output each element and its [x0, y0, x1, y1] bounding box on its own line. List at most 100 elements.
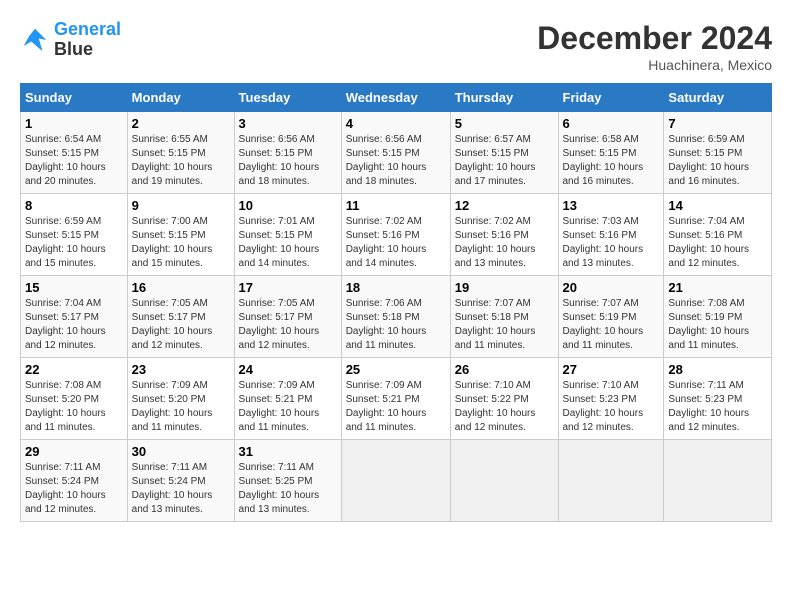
day-info: Sunrise: 7:07 AM Sunset: 5:18 PM Dayligh… [455, 297, 554, 353]
col-saturday: Saturday [664, 84, 772, 112]
day-number: 14 [668, 198, 767, 213]
day-number: 17 [239, 280, 337, 295]
day-info: Sunrise: 6:59 AM Sunset: 5:15 PM Dayligh… [668, 133, 767, 189]
day-number: 8 [25, 198, 123, 213]
day-info: Sunrise: 6:56 AM Sunset: 5:15 PM Dayligh… [346, 133, 446, 189]
day-number: 18 [346, 280, 446, 295]
day-number: 24 [239, 362, 337, 377]
day-number: 15 [25, 280, 123, 295]
col-friday: Friday [558, 84, 664, 112]
day-info: Sunrise: 7:11 AM Sunset: 5:24 PM Dayligh… [132, 461, 230, 517]
calendar-row: 15 Sunrise: 7:04 AM Sunset: 5:17 PM Dayl… [21, 276, 772, 358]
day-number: 19 [455, 280, 554, 295]
day-number: 7 [668, 116, 767, 131]
day-number: 1 [25, 116, 123, 131]
day-number: 5 [455, 116, 554, 131]
table-row: 8 Sunrise: 6:59 AM Sunset: 5:15 PM Dayli… [21, 194, 128, 276]
title-block: December 2024 Huachinera, Mexico [537, 20, 772, 73]
calendar-row: 29 Sunrise: 7:11 AM Sunset: 5:24 PM Dayl… [21, 440, 772, 522]
header-row: Sunday Monday Tuesday Wednesday Thursday… [21, 84, 772, 112]
table-row: 9 Sunrise: 7:00 AM Sunset: 5:15 PM Dayli… [127, 194, 234, 276]
table-row: 6 Sunrise: 6:58 AM Sunset: 5:15 PM Dayli… [558, 112, 664, 194]
col-monday: Monday [127, 84, 234, 112]
day-info: Sunrise: 7:09 AM Sunset: 5:21 PM Dayligh… [346, 379, 446, 435]
logo: General Blue [20, 20, 121, 60]
day-number: 3 [239, 116, 337, 131]
table-row: 17 Sunrise: 7:05 AM Sunset: 5:17 PM Dayl… [234, 276, 341, 358]
day-info: Sunrise: 7:09 AM Sunset: 5:21 PM Dayligh… [239, 379, 337, 435]
day-info: Sunrise: 7:11 AM Sunset: 5:25 PM Dayligh… [239, 461, 337, 517]
day-info: Sunrise: 7:11 AM Sunset: 5:23 PM Dayligh… [668, 379, 767, 435]
table-row [450, 440, 558, 522]
table-row: 15 Sunrise: 7:04 AM Sunset: 5:17 PM Dayl… [21, 276, 128, 358]
day-number: 11 [346, 198, 446, 213]
day-info: Sunrise: 7:04 AM Sunset: 5:16 PM Dayligh… [668, 215, 767, 271]
table-row: 21 Sunrise: 7:08 AM Sunset: 5:19 PM Dayl… [664, 276, 772, 358]
table-row: 30 Sunrise: 7:11 AM Sunset: 5:24 PM Dayl… [127, 440, 234, 522]
calendar-row: 8 Sunrise: 6:59 AM Sunset: 5:15 PM Dayli… [21, 194, 772, 276]
table-row [341, 440, 450, 522]
table-row: 20 Sunrise: 7:07 AM Sunset: 5:19 PM Dayl… [558, 276, 664, 358]
page-header: General Blue December 2024 Huachinera, M… [20, 20, 772, 73]
col-tuesday: Tuesday [234, 84, 341, 112]
day-info: Sunrise: 7:02 AM Sunset: 5:16 PM Dayligh… [346, 215, 446, 271]
day-number: 2 [132, 116, 230, 131]
day-number: 27 [563, 362, 660, 377]
day-info: Sunrise: 7:01 AM Sunset: 5:15 PM Dayligh… [239, 215, 337, 271]
day-info: Sunrise: 6:55 AM Sunset: 5:15 PM Dayligh… [132, 133, 230, 189]
table-row: 28 Sunrise: 7:11 AM Sunset: 5:23 PM Dayl… [664, 358, 772, 440]
day-info: Sunrise: 6:56 AM Sunset: 5:15 PM Dayligh… [239, 133, 337, 189]
table-row: 3 Sunrise: 6:56 AM Sunset: 5:15 PM Dayli… [234, 112, 341, 194]
day-info: Sunrise: 7:03 AM Sunset: 5:16 PM Dayligh… [563, 215, 660, 271]
col-sunday: Sunday [21, 84, 128, 112]
table-row: 27 Sunrise: 7:10 AM Sunset: 5:23 PM Dayl… [558, 358, 664, 440]
day-info: Sunrise: 6:59 AM Sunset: 5:15 PM Dayligh… [25, 215, 123, 271]
table-row [664, 440, 772, 522]
table-row: 14 Sunrise: 7:04 AM Sunset: 5:16 PM Dayl… [664, 194, 772, 276]
table-row: 29 Sunrise: 7:11 AM Sunset: 5:24 PM Dayl… [21, 440, 128, 522]
table-row: 18 Sunrise: 7:06 AM Sunset: 5:18 PM Dayl… [341, 276, 450, 358]
day-info: Sunrise: 7:00 AM Sunset: 5:15 PM Dayligh… [132, 215, 230, 271]
table-row: 12 Sunrise: 7:02 AM Sunset: 5:16 PM Dayl… [450, 194, 558, 276]
day-number: 12 [455, 198, 554, 213]
day-number: 10 [239, 198, 337, 213]
day-info: Sunrise: 7:04 AM Sunset: 5:17 PM Dayligh… [25, 297, 123, 353]
day-info: Sunrise: 7:02 AM Sunset: 5:16 PM Dayligh… [455, 215, 554, 271]
day-number: 20 [563, 280, 660, 295]
day-number: 22 [25, 362, 123, 377]
table-row: 31 Sunrise: 7:11 AM Sunset: 5:25 PM Dayl… [234, 440, 341, 522]
day-number: 21 [668, 280, 767, 295]
day-number: 28 [668, 362, 767, 377]
day-info: Sunrise: 7:05 AM Sunset: 5:17 PM Dayligh… [132, 297, 230, 353]
calendar-row: 22 Sunrise: 7:08 AM Sunset: 5:20 PM Dayl… [21, 358, 772, 440]
table-row: 10 Sunrise: 7:01 AM Sunset: 5:15 PM Dayl… [234, 194, 341, 276]
location: Huachinera, Mexico [537, 57, 772, 73]
day-info: Sunrise: 6:58 AM Sunset: 5:15 PM Dayligh… [563, 133, 660, 189]
table-row: 23 Sunrise: 7:09 AM Sunset: 5:20 PM Dayl… [127, 358, 234, 440]
day-number: 29 [25, 444, 123, 459]
day-number: 23 [132, 362, 230, 377]
day-info: Sunrise: 7:09 AM Sunset: 5:20 PM Dayligh… [132, 379, 230, 435]
day-number: 13 [563, 198, 660, 213]
table-row: 16 Sunrise: 7:05 AM Sunset: 5:17 PM Dayl… [127, 276, 234, 358]
day-number: 6 [563, 116, 660, 131]
table-row: 1 Sunrise: 6:54 AM Sunset: 5:15 PM Dayli… [21, 112, 128, 194]
day-number: 16 [132, 280, 230, 295]
day-info: Sunrise: 6:54 AM Sunset: 5:15 PM Dayligh… [25, 133, 123, 189]
table-row: 19 Sunrise: 7:07 AM Sunset: 5:18 PM Dayl… [450, 276, 558, 358]
day-number: 31 [239, 444, 337, 459]
table-row: 22 Sunrise: 7:08 AM Sunset: 5:20 PM Dayl… [21, 358, 128, 440]
day-info: Sunrise: 7:06 AM Sunset: 5:18 PM Dayligh… [346, 297, 446, 353]
table-row: 26 Sunrise: 7:10 AM Sunset: 5:22 PM Dayl… [450, 358, 558, 440]
calendar-table: Sunday Monday Tuesday Wednesday Thursday… [20, 83, 772, 522]
day-info: Sunrise: 7:08 AM Sunset: 5:19 PM Dayligh… [668, 297, 767, 353]
calendar-row: 1 Sunrise: 6:54 AM Sunset: 5:15 PM Dayli… [21, 112, 772, 194]
table-row: 24 Sunrise: 7:09 AM Sunset: 5:21 PM Dayl… [234, 358, 341, 440]
col-thursday: Thursday [450, 84, 558, 112]
table-row: 2 Sunrise: 6:55 AM Sunset: 5:15 PM Dayli… [127, 112, 234, 194]
month-title: December 2024 [537, 20, 772, 57]
day-info: Sunrise: 7:05 AM Sunset: 5:17 PM Dayligh… [239, 297, 337, 353]
day-number: 30 [132, 444, 230, 459]
logo-icon [20, 25, 50, 55]
day-number: 25 [346, 362, 446, 377]
